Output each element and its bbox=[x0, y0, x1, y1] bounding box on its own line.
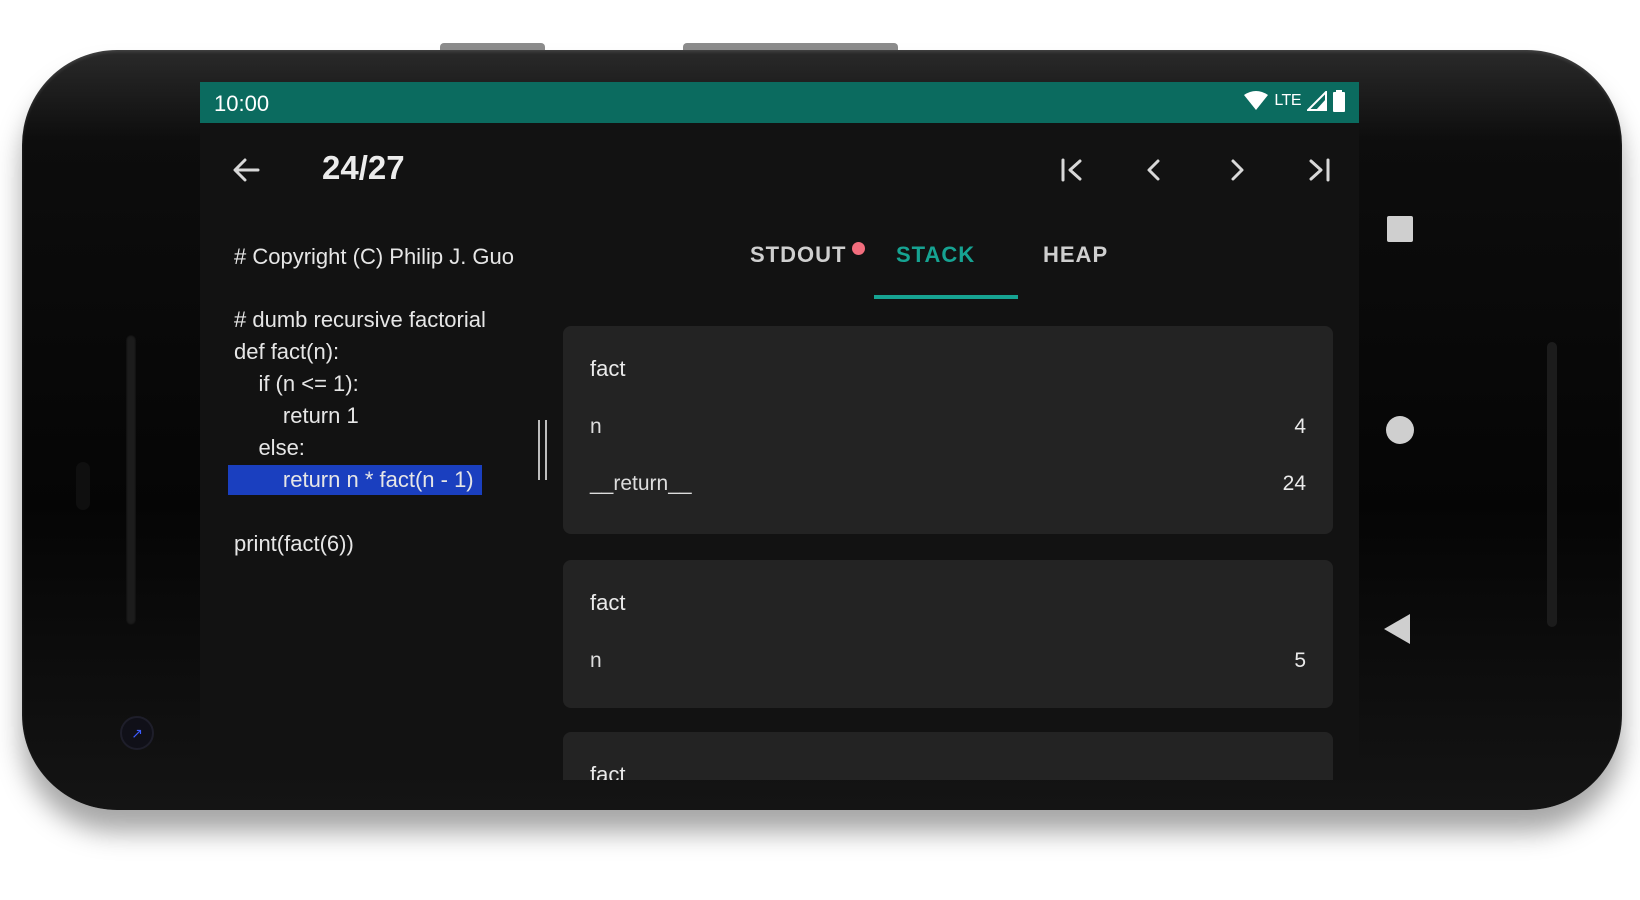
camera-icon: ↗ bbox=[120, 716, 154, 750]
variable-name: __return__ bbox=[590, 472, 692, 495]
stdout-badge bbox=[852, 242, 865, 255]
chevron-left-icon[interactable] bbox=[1137, 153, 1171, 187]
status-bar: 10:00 LTE bbox=[200, 82, 1359, 123]
variable-value: 5 bbox=[1294, 649, 1306, 672]
variable-name: n bbox=[590, 415, 602, 438]
stack-frame: fact n 4 __return__ 24 bbox=[563, 326, 1333, 534]
tab-stdout[interactable]: STDOUT bbox=[750, 242, 846, 268]
current-code-line: return n * fact(n - 1) bbox=[228, 465, 482, 495]
code-line: # dumb recursive factorial bbox=[234, 307, 486, 332]
step-counter: 24/27 bbox=[322, 149, 405, 186]
back-triangle-icon[interactable] bbox=[1384, 614, 1410, 644]
toolbar: 24/27 bbox=[200, 123, 1359, 215]
chevron-right-icon[interactable] bbox=[1220, 153, 1254, 187]
code-line: # Copyright (C) Philip J. Guo bbox=[234, 244, 514, 269]
speaker-grille-left bbox=[126, 335, 136, 625]
pane-resize-handle[interactable] bbox=[538, 420, 547, 480]
status-icons: LTE bbox=[1244, 90, 1345, 112]
frame-name: fact bbox=[590, 356, 626, 381]
skip-last-icon[interactable] bbox=[1302, 153, 1336, 187]
frame-name: fact bbox=[590, 762, 626, 780]
skip-first-icon[interactable] bbox=[1055, 153, 1089, 187]
home-circle-icon[interactable] bbox=[1386, 416, 1414, 444]
stack-frame: fact n 5 bbox=[563, 560, 1333, 708]
network-label: LTE bbox=[1274, 92, 1301, 109]
frame-name: fact bbox=[590, 590, 626, 615]
stage: ↗ 10:00 LTE 24/27 # Copyright (C) Philip… bbox=[0, 0, 1640, 900]
variable-value: 4 bbox=[1294, 415, 1306, 438]
code-line: else: bbox=[234, 435, 305, 460]
arrow-left-icon[interactable] bbox=[230, 153, 264, 187]
tab-bar: STDOUT STACK HEAP bbox=[710, 222, 1110, 292]
speaker-grille-right bbox=[1547, 342, 1557, 627]
code-line: if (n <= 1): bbox=[234, 371, 359, 396]
stack-frame: fact bbox=[563, 732, 1333, 780]
wifi-icon bbox=[1244, 91, 1269, 111]
screen: 10:00 LTE 24/27 # Copyright (C) Philip J… bbox=[200, 82, 1359, 780]
battery-icon bbox=[1333, 90, 1345, 112]
sensor bbox=[76, 462, 90, 510]
recents-square-icon[interactable] bbox=[1387, 216, 1413, 242]
active-tab-indicator bbox=[874, 295, 1018, 299]
tab-heap[interactable]: HEAP bbox=[1043, 242, 1108, 268]
code-line: return 1 bbox=[234, 403, 359, 428]
status-time: 10:00 bbox=[214, 91, 270, 116]
signal-icon bbox=[1307, 91, 1327, 111]
code-line: def fact(n): bbox=[234, 339, 340, 364]
code-line: print(fact(6)) bbox=[234, 531, 354, 556]
variable-name: n bbox=[590, 649, 602, 672]
tab-stack[interactable]: STACK bbox=[896, 242, 975, 268]
variable-value: 24 bbox=[1282, 472, 1306, 495]
